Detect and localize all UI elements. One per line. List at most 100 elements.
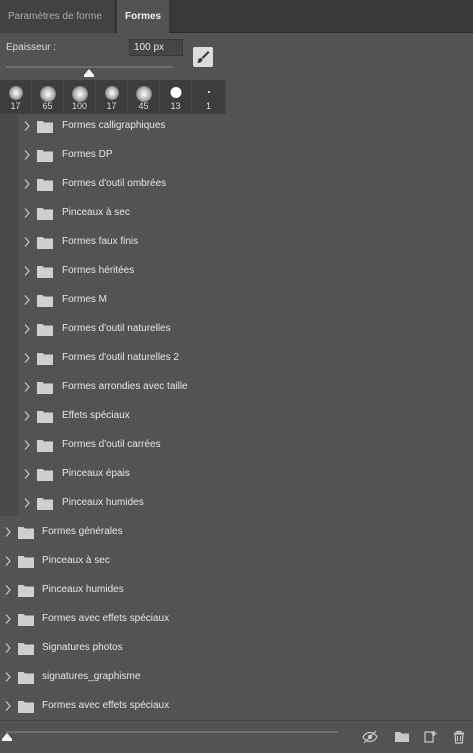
chevron-right-icon[interactable] [23, 410, 31, 422]
tiny-brush-icon [207, 91, 210, 93]
chevron-right-icon[interactable] [23, 178, 31, 190]
brush-group-row[interactable]: Formes arrondies avec taille [0, 373, 473, 402]
soft-round-brush-icon [39, 86, 56, 102]
chevron-right-icon[interactable] [23, 497, 31, 509]
chevron-right-icon[interactable] [23, 439, 31, 451]
preset-swatch[interactable]: 65 [32, 80, 64, 114]
folder-icon [37, 236, 53, 249]
brush-group-row[interactable]: Pinceaux à sec [0, 547, 473, 576]
brush-group-row[interactable]: Formes d'outil naturelles [0, 315, 473, 344]
brush-group-row[interactable]: Formes héritées [0, 257, 473, 286]
brush-group-row[interactable]: signatures_graphisme [0, 663, 473, 692]
folder-icon [18, 526, 34, 539]
preset-swatch[interactable]: 100 [64, 80, 96, 114]
chevron-right-icon[interactable] [4, 700, 12, 712]
preset-size: 17 [106, 101, 117, 111]
brush-settings-button[interactable] [193, 47, 213, 67]
brush-group-row[interactable]: Formes générales [0, 518, 473, 547]
chevron-right-icon[interactable] [23, 149, 31, 161]
chevron-right-icon[interactable] [23, 120, 31, 132]
size-slider-handle[interactable] [84, 69, 94, 77]
brush-group-label: Pinceaux humides [42, 584, 124, 595]
brush-group-row[interactable]: Formes d'outil ombrées [0, 170, 473, 199]
chevron-right-icon[interactable] [23, 265, 31, 277]
brush-group-label: Signatures photos [42, 642, 123, 653]
size-slider-track[interactable] [6, 66, 173, 68]
folder-icon [37, 410, 53, 423]
soft-round-brush-icon [8, 86, 23, 100]
chevron-right-icon[interactable] [23, 381, 31, 393]
folder-icon [37, 120, 53, 133]
brush-group-row[interactable]: Signatures photos [0, 634, 473, 663]
brush-group-row[interactable]: Formes d'outil naturelles 2 [0, 344, 473, 373]
preset-swatch[interactable]: 17 [0, 80, 32, 114]
brush-group-label: Pinceaux à sec [42, 555, 110, 566]
chevron-right-icon[interactable] [4, 613, 12, 625]
preview-size-slider-track[interactable] [6, 731, 338, 733]
tab-brushes[interactable]: Formes [117, 0, 169, 33]
brush-group-label: Formes d'outil ombrées [62, 178, 167, 189]
chevron-right-icon[interactable] [23, 294, 31, 306]
brush-group-label: Effets spéciaux [62, 410, 130, 421]
preset-swatch[interactable]: 45 [128, 80, 160, 114]
brush-group-label: Formes arrondies avec taille [62, 381, 188, 392]
visibility-icon[interactable] [362, 729, 378, 745]
preset-size: 100 [71, 101, 88, 111]
brush-group-row[interactable]: Formes M [0, 286, 473, 315]
folder-icon [37, 294, 53, 307]
soft-round-brush-icon [71, 86, 88, 102]
brush-group-label: Formes d'outil naturelles 2 [62, 352, 179, 363]
brush-group-label: Formes avec effets spéciaux [42, 700, 170, 711]
chevron-right-icon[interactable] [23, 207, 31, 219]
brush-group-row[interactable]: Pinceaux épais [0, 460, 473, 489]
brush-group-row[interactable]: Pinceaux à sec [0, 199, 473, 228]
brush-group-label: Formes générales [42, 526, 123, 537]
delete-icon[interactable] [451, 729, 467, 745]
brush-group-row[interactable]: Pinceaux humides [0, 576, 473, 605]
brush-group-row[interactable]: Formes faux finis [0, 228, 473, 257]
folder-icon [37, 468, 53, 481]
chevron-right-icon[interactable] [4, 526, 12, 538]
size-input[interactable]: 100 px [129, 39, 183, 56]
brush-group-label: Formes d'outil carrées [62, 439, 161, 450]
chevron-right-icon[interactable] [23, 236, 31, 248]
preset-swatch[interactable]: 1 [192, 80, 226, 114]
brush-group-row[interactable]: Formes d'outil carrées [0, 431, 473, 460]
preset-swatch[interactable]: 17 [96, 80, 128, 114]
brush-group-row[interactable]: Formes avec effets spéciaux [0, 692, 473, 721]
chevron-right-icon[interactable] [4, 555, 12, 567]
folder-icon [18, 613, 34, 626]
brush-group-row[interactable]: Pinceaux humides [0, 489, 473, 518]
chevron-right-icon[interactable] [23, 323, 31, 335]
tab-bar: Paramètres de forme Formes [0, 0, 473, 33]
brush-group-label: Formes héritées [62, 265, 135, 276]
chevron-right-icon[interactable] [4, 642, 12, 654]
preset-size: 1 [205, 101, 211, 111]
brush-group-label: Pinceaux à sec [62, 207, 130, 218]
new-brush-icon[interactable] [423, 729, 439, 745]
tab-brush-settings[interactable]: Paramètres de forme [0, 0, 116, 33]
chevron-right-icon[interactable] [23, 468, 31, 480]
preset-size: 17 [10, 101, 21, 111]
folder-icon [37, 497, 53, 510]
folder-icon [37, 149, 53, 162]
folder-icon [18, 584, 34, 597]
brush-group-row[interactable]: Formes calligraphiques [0, 112, 473, 141]
folder-icon [37, 381, 53, 394]
new-group-icon[interactable] [394, 729, 410, 745]
preset-size: 13 [170, 101, 181, 111]
chevron-right-icon[interactable] [23, 352, 31, 364]
bottom-toolbar [0, 720, 473, 753]
chevron-right-icon[interactable] [4, 584, 12, 596]
brush-group-label: signatures_graphisme [42, 671, 141, 682]
chevron-right-icon[interactable] [4, 671, 12, 683]
preset-swatch[interactable]: 13 [160, 80, 192, 114]
hard-round-brush-icon [170, 87, 181, 98]
folder-icon [37, 207, 53, 220]
brush-group-row[interactable]: Formes DP [0, 141, 473, 170]
brush-group-row[interactable]: Effets spéciaux [0, 402, 473, 431]
preview-size-slider-handle[interactable] [2, 733, 12, 741]
brush-group-row[interactable]: Formes avec effets spéciaux [0, 605, 473, 634]
folder-icon [37, 265, 53, 278]
soft-round-brush-icon [104, 86, 119, 100]
